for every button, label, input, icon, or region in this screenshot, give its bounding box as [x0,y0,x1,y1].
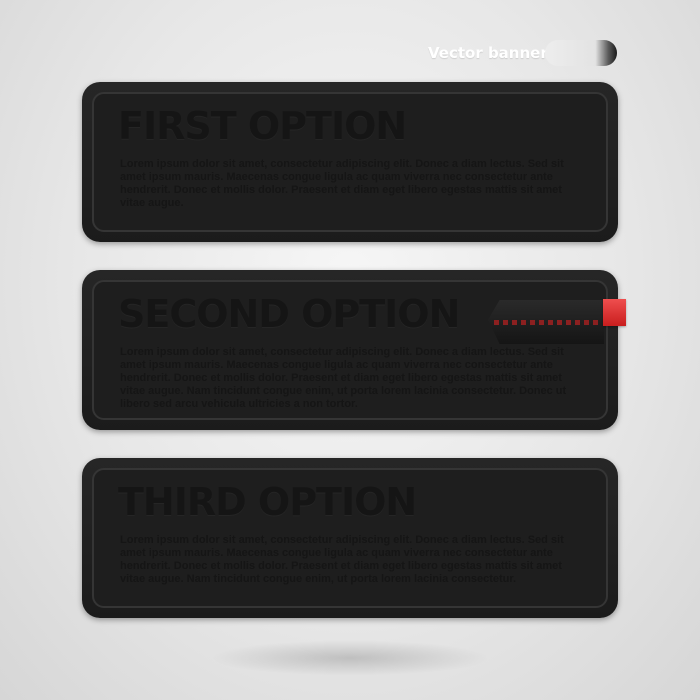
banner-title: FIRST OPTION [118,104,407,148]
header-tag: Vector banners [428,40,617,66]
banner-text: Lorem ipsum dolor sit amet, consectetur … [120,534,564,585]
floor-shadow [210,640,490,676]
banner-title: THIRD OPTION [118,480,417,524]
header-pill [545,40,617,66]
ribbon-stripe [494,320,600,325]
ribbon-tab-icon [603,299,626,326]
header-label: Vector banners [428,44,557,62]
banner-second-option: SECOND OPTION Lorem ipsum dolor sit amet… [82,270,618,430]
banner-third-option: THIRD OPTION Lorem ipsum dolor sit amet,… [82,458,618,618]
banner-text: Lorem ipsum dolor sit amet, consectetur … [120,158,564,209]
banner-title: SECOND OPTION [118,292,460,336]
banner-text: Lorem ipsum dolor sit amet, consectetur … [120,346,567,410]
banner-first-option: FIRST OPTION Lorem ipsum dolor sit amet,… [82,82,618,242]
